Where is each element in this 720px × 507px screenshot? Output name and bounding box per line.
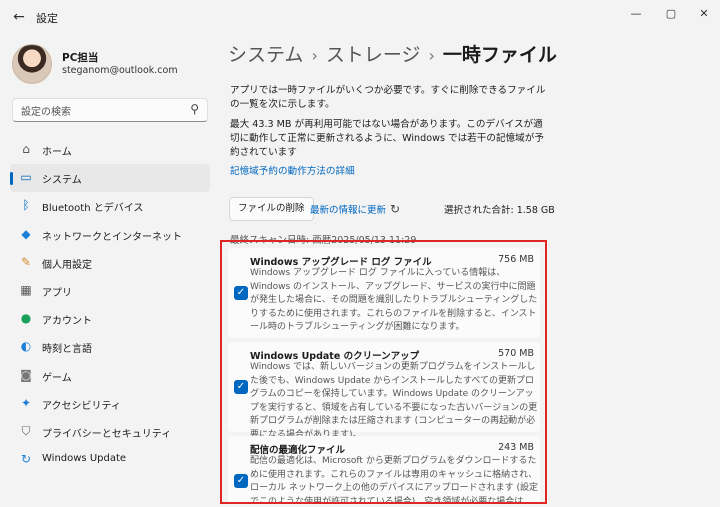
user-name: PC担当 <box>62 52 99 64</box>
reserved-storage-link[interactable]: 記憶域予約の動作方法の詳細 <box>230 163 355 177</box>
active-indicator <box>10 172 13 186</box>
sidebar-item-time-language[interactable]: ◐ 時刻と言語 <box>10 333 210 361</box>
breadcrumb: システム › ストレージ › 一時ファイル <box>228 40 557 67</box>
refresh-button[interactable]: 最新の情報に更新 ↻ <box>310 202 400 216</box>
account-icon: ● <box>20 311 32 326</box>
file-category-card[interactable]: ✓ 配信の最適化ファイル 243 MB 配信の最適化は、Microsoft から更新プ… <box>228 436 540 504</box>
search-input[interactable]: 設定の検索 <box>21 103 71 118</box>
avatar <box>12 44 52 84</box>
windows-update-icon: ↻ <box>20 452 32 467</box>
bluetooth-icon: ᛒ <box>22 198 30 213</box>
sidebar-item-label: 時刻と言語 <box>42 344 92 356</box>
highlight-box: ✓ Windows アップグレード ログ ファイル 756 MB Windows アッ… <box>220 240 547 504</box>
sidebar-item-label: Bluetooth とデバイス <box>42 203 144 215</box>
file-checkbox[interactable]: ✓ <box>234 380 248 394</box>
total-selected: 選択された合計: 1.58 GB <box>444 205 555 216</box>
sidebar-item-label: ネットワークとインターネット <box>42 231 182 243</box>
sidebar-item-home[interactable]: ⌂ ホーム <box>10 136 210 164</box>
file-category-size: 243 MB <box>498 442 534 453</box>
breadcrumb-item-storage[interactable]: ストレージ <box>326 44 421 66</box>
file-category-description: Windows アップグレード ログ ファイルに入っている情報は、Windows… <box>250 268 538 332</box>
sidebar-item-game[interactable]: ◙ ゲーム <box>10 362 210 390</box>
sidebar-item-label: 個人用設定 <box>42 259 92 271</box>
file-checkbox[interactable]: ✓ <box>234 286 248 300</box>
sidebar-item-apps[interactable]: ▦ アプリ <box>10 277 210 305</box>
sidebar-item-bluetooth[interactable]: ᛒ Bluetooth とデバイス <box>10 192 210 220</box>
sidebar-item-network[interactable]: ◆ ネットワークとインターネット <box>10 221 210 249</box>
search-icon: ⚲ <box>190 102 199 116</box>
file-checkbox[interactable]: ✓ <box>234 474 248 488</box>
sidebar-item-label: アプリ <box>42 287 72 299</box>
user-email: steganom@outlook.com <box>62 65 178 76</box>
sidebar-item-label: ホーム <box>42 147 72 158</box>
sidebar-item-brush[interactable]: ✎ 個人用設定 <box>10 249 210 277</box>
file-category-name: Windows アップグレード ログ ファイル <box>250 257 432 268</box>
remove-files-button[interactable]: ファイルの削除 <box>229 197 314 221</box>
file-category-description: 配信の最適化は、Microsoft から更新プログラムをダウンロードするために使… <box>250 456 538 504</box>
intro-text: アプリでは一時ファイルがいくつか必要です。すぐに削除できるファイルの一覧を次に示… <box>230 85 546 110</box>
page-title: 一時ファイル <box>442 44 557 66</box>
brush-icon: ✎ <box>20 254 32 269</box>
sidebar-item-label: Windows Update <box>42 453 127 465</box>
sidebar-nav: ⌂ ホーム ▭ システム ᛒ Bluetooth とデバイス ◆ ネットワークとインターネット… <box>10 136 210 474</box>
home-icon: ⌂ <box>22 142 30 156</box>
file-category-name: Windows Update のクリーンアップ <box>250 351 420 362</box>
system-icon: ▭ <box>20 170 32 185</box>
breadcrumb-item-system[interactable]: システム <box>228 44 303 66</box>
file-category-size: 756 MB <box>498 254 534 265</box>
title-bar: ← 設定 — ▢ ✕ <box>0 0 720 34</box>
file-category-size: 570 MB <box>498 348 534 359</box>
network-icon: ◆ <box>21 226 31 241</box>
breadcrumb-separator: › <box>311 46 318 65</box>
game-icon: ◙ <box>20 367 32 382</box>
back-button[interactable]: ← <box>10 8 28 26</box>
breadcrumb-separator: › <box>428 46 435 65</box>
sidebar-item-system[interactable]: ▭ システム <box>10 164 210 193</box>
app-title: 設定 <box>36 12 58 25</box>
sidebar-item-label: プライバシーとセキュリティ <box>42 428 172 440</box>
file-category-card[interactable]: ✓ Windows アップグレード ログ ファイル 756 MB Windows アッ… <box>228 248 540 338</box>
minimize-button[interactable]: — <box>622 4 650 24</box>
reserved-storage-note: 最大 43.3 MB が再利用可能ではない場合があります。このデバイスが適切に動… <box>230 119 544 158</box>
file-category-card[interactable]: ✓ Windows Update のクリーンアップ 570 MB Windows では… <box>228 342 540 440</box>
file-list: ✓ Windows アップグレード ログ ファイル 756 MB Windows アッ… <box>228 248 540 504</box>
apps-icon: ▦ <box>20 282 32 297</box>
sidebar-item-label: システム <box>42 175 82 187</box>
refresh-label: 最新の情報に更新 <box>310 205 387 216</box>
file-category-description: Windows では、新しいバージョンの更新プログラムをインストールした後でも、… <box>250 362 538 440</box>
maximize-button[interactable]: ▢ <box>657 4 685 24</box>
sidebar-item-label: ゲーム <box>42 372 72 384</box>
sidebar-item-shield[interactable]: ⛉ プライバシーとセキュリティ <box>10 418 210 446</box>
shield-icon: ⛉ <box>21 423 31 438</box>
file-category-name: 配信の最適化ファイル <box>250 445 346 456</box>
sidebar-item-windows-update[interactable]: ↻ Windows Update <box>10 446 210 474</box>
sidebar-item-label: アカウント <box>42 316 92 328</box>
sidebar-item-account[interactable]: ● アカウント <box>10 305 210 333</box>
sidebar-item-accessibility[interactable]: ✦ アクセシビリティ <box>10 390 210 418</box>
close-button[interactable]: ✕ <box>690 4 718 24</box>
sidebar-item-label: アクセシビリティ <box>42 400 121 412</box>
settings-search[interactable]: 設定の検索 ⚲ <box>12 98 208 122</box>
refresh-icon: ↻ <box>390 202 401 216</box>
accessibility-icon: ✦ <box>20 395 32 410</box>
time-language-icon: ◐ <box>20 339 32 354</box>
